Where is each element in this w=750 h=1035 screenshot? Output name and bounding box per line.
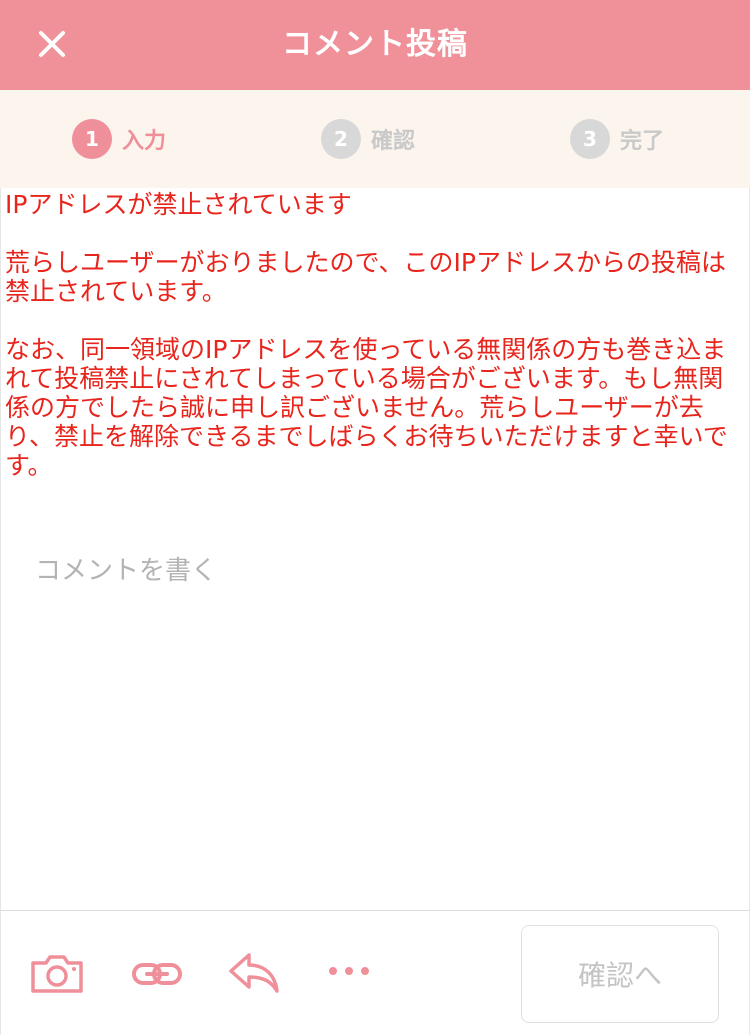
comment-form: IPアドレスが禁止されています 荒らしユーザーがおりましたので、このIPアドレス… [0, 188, 750, 910]
confirm-button[interactable]: 確認へ [521, 925, 719, 1023]
camera-button[interactable] [29, 953, 85, 999]
step-confirm: 2 確認 [321, 90, 415, 188]
error-notice: なお、同一領域のIPアドレスを使っている無関係の方も巻き込まれて投稿禁止にされて… [5, 335, 728, 480]
step-number: 2 [321, 119, 361, 159]
more-button[interactable] [327, 963, 371, 982]
bottom-toolbar: 確認へ [0, 910, 750, 1035]
link-button[interactable] [131, 959, 183, 993]
step-input: 1 入力 [72, 90, 166, 188]
ip-ban-message: IPアドレスが禁止されています 荒らしユーザーがおりましたので、このIPアドレス… [5, 190, 743, 480]
reply-icon [229, 953, 279, 993]
comment-input[interactable] [35, 550, 725, 890]
reply-button[interactable] [227, 951, 281, 999]
error-reason: 荒らしユーザーがおりましたので、このIPアドレスからの投稿は禁止されています。 [5, 248, 726, 306]
link-icon [132, 963, 182, 985]
error-title: IPアドレスが禁止されています [5, 190, 352, 219]
step-label: 完了 [620, 129, 665, 154]
step-number: 1 [72, 119, 112, 159]
step-indicator: 1 入力 2 確認 3 完了 [0, 90, 750, 188]
camera-icon [31, 955, 83, 993]
page-title: コメント投稿 [282, 27, 468, 62]
step-label: 確認 [371, 129, 416, 154]
header-bar: コメント投稿 [0, 0, 750, 90]
step-complete: 3 完了 [570, 90, 664, 188]
step-label: 入力 [122, 129, 167, 154]
step-number: 3 [570, 119, 610, 159]
more-icon [329, 967, 369, 975]
